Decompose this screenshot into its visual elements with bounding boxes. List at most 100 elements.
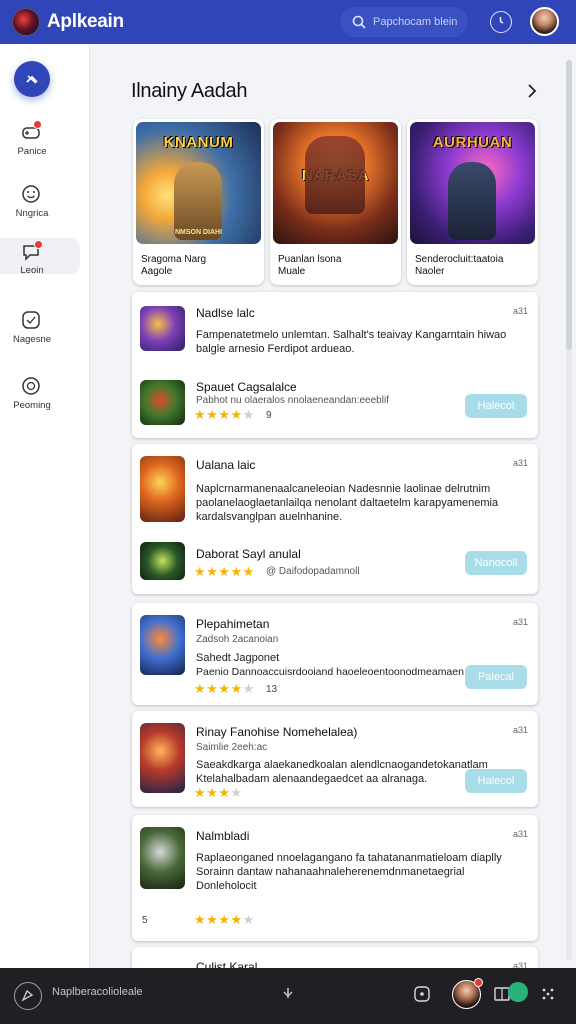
sidebar-item-leoin[interactable]: Leoin <box>0 238 80 276</box>
app-thumbnail <box>140 380 185 425</box>
sub-meta: @ Daifodopadamnoll <box>266 566 360 577</box>
notification-badge <box>33 120 42 129</box>
star-rating: ★★★★★ <box>194 681 255 696</box>
caption-line: Puanlan lsona <box>278 254 342 265</box>
item-number: 5 <box>142 915 148 926</box>
list-item[interactable]: Plepahimetan a31 Zadsoh 2acanoian Sahedt… <box>132 603 538 705</box>
list-item[interactable]: Culist Karal a31 <box>132 947 538 968</box>
list-item[interactable]: Nalmbladi a31 Raplaeonganed nnoelagangan… <box>132 815 538 941</box>
sidebar-item-nagesne[interactable]: Nagesne <box>0 310 80 345</box>
item-title: Culist Karal <box>196 960 258 968</box>
caption-line: Senderocluit:taatoia <box>415 254 504 265</box>
notification-badge <box>474 978 483 987</box>
item-title: Ualana laic <box>196 458 256 472</box>
app-thumbnail <box>140 827 185 889</box>
collapse-button[interactable] <box>14 61 50 97</box>
emoji-icon[interactable] <box>414 986 430 1002</box>
hero-figure <box>448 162 496 240</box>
notification-badge <box>34 240 43 249</box>
star-rating: ★★★★ <box>194 785 243 800</box>
profile-avatar[interactable] <box>530 7 559 36</box>
section-title: Ilnainy Aadah <box>131 80 248 102</box>
item-subtitle: Saimlie 2eeh:ac <box>196 742 268 753</box>
app-title: Aplkeain <box>47 11 124 32</box>
bottom-bar: Naplberacolioleale <box>0 968 576 1024</box>
grid-icon[interactable] <box>540 986 556 1002</box>
circle-icon <box>22 377 40 395</box>
item-meta: a31 <box>512 829 528 839</box>
hero-figure <box>305 136 365 214</box>
featured-art: AURHUAN <box>410 122 535 244</box>
sub-title: Spauet Cagsalalce <box>196 380 297 394</box>
sidebar-item-nngrica[interactable]: Nngrica <box>0 184 80 219</box>
mic-icon[interactable] <box>280 986 296 1002</box>
message-icon <box>22 311 40 329</box>
star-rating: ★★★★★ <box>194 407 255 422</box>
sidebar-item-label: Peoming <box>13 400 51 411</box>
item-title: Nalmbladi <box>196 829 250 843</box>
list-item[interactable]: Ualana laic a31 Naplcrnarmanenaalcaneleo… <box>132 444 538 594</box>
scrollbar-thumb[interactable] <box>566 60 572 350</box>
item-description: Fampenatetmelo unlemtan. Salhalt's teaiv… <box>196 328 531 356</box>
app-thumbnail <box>140 615 185 675</box>
smiley-icon <box>22 185 40 203</box>
main-content: Ilnainy Aadah KNANUM NMSON DIAHI Sragoma… <box>91 44 576 968</box>
app-thumbnail <box>140 542 185 580</box>
featured-caption: Senderocluit:taatoia Naoler <box>415 254 533 278</box>
desc-line: kardalsvanglpan auelnhanine. <box>196 511 343 523</box>
list-item[interactable]: Nadlse lalc a31 Fampenatetmelo unlemtan.… <box>132 292 538 438</box>
swap-icon <box>26 75 38 84</box>
compass-button[interactable] <box>14 982 42 1010</box>
desc-line: Donleholocit <box>196 880 257 892</box>
install-button[interactable]: Halecol <box>465 769 527 793</box>
featured-card[interactable]: AURHUAN Senderocluit:taatoia Naoler <box>407 119 538 285</box>
app-thumbnail <box>140 306 185 351</box>
list-item[interactable]: Rinay Fanohise Nomehelalea) a31 Saimlie … <box>132 711 538 807</box>
sidebar-item-panice[interactable]: Panice <box>0 120 80 157</box>
featured-card[interactable]: NARASA Puanlan lsona Muale <box>270 119 401 285</box>
featured-caption: Sragoma Narg Aagole <box>141 254 259 278</box>
item-meta: a31 <box>512 458 528 468</box>
caption-line: Naoler <box>415 266 445 277</box>
item-meta: a31 <box>512 617 528 627</box>
online-status-icon[interactable] <box>508 982 528 1002</box>
desc-line: paolanelaoglaetanlailqa nenolant daltaet… <box>196 497 499 509</box>
item-meta: a31 <box>512 725 528 735</box>
desc-line: Saeakdkarga alaekanedkoalan alendlcnaoga… <box>196 759 488 771</box>
featured-caption: Puanlan lsona Muale <box>278 254 396 278</box>
sidebar: Panice Nngrica Leoin Nagesne Peoming <box>0 44 90 968</box>
game-logo-icon[interactable] <box>12 8 40 36</box>
top-app-bar: Aplkeain Papchocam blein <box>0 0 576 44</box>
chevron-right-icon[interactable] <box>525 84 539 98</box>
desc-line: Ktelahalbadam alenaandegaedcet aa alrana… <box>196 773 428 785</box>
sidebar-item-peoming[interactable]: Peoming <box>0 376 80 411</box>
install-button[interactable]: Palecal <box>465 665 527 689</box>
sidebar-item-label: Nngrica <box>15 208 49 219</box>
item-meta: a31 <box>512 306 528 316</box>
clock-icon[interactable] <box>490 11 512 33</box>
featured-art: KNANUM NMSON DIAHI <box>136 122 261 244</box>
item-description: Saeakdkarga alaekanedkoalan alendlcnaoga… <box>196 758 488 786</box>
app-thumbnail <box>140 456 185 522</box>
featured-art-logo: KNANUM <box>163 134 234 151</box>
rating-count: 13 <box>266 684 278 695</box>
desc-line: balgle arnesio Ferdipot ardueao. <box>196 343 355 355</box>
chat-input[interactable]: Naplberacolioleale <box>52 986 143 998</box>
featured-art: NARASA <box>273 122 398 244</box>
item-description: Sahedt Jagponet Paenio Dannoaccuisrdooia… <box>196 651 496 679</box>
item-title: Plepahimetan <box>196 617 270 631</box>
item-title: Rinay Fanohise Nomehelalea) <box>196 725 358 739</box>
search-input[interactable]: Papchocam blein <box>340 7 468 37</box>
desc-line: Naplcrnarmanenaalcaneleoian Nadesnnie la… <box>196 483 491 495</box>
sub-title: Daborat Sayl anulal <box>196 547 301 561</box>
caption-line: Sragoma Narg <box>141 254 207 265</box>
rating-count: 9 <box>266 410 272 421</box>
featured-card[interactable]: KNANUM NMSON DIAHI Sragoma Narg Aagole <box>133 119 264 285</box>
sidebar-item-label: Panice <box>17 146 47 157</box>
sidebar-item-label: Nagesne <box>12 334 52 345</box>
caption-line: Muale <box>278 266 306 277</box>
install-button[interactable]: Halecol <box>465 394 527 418</box>
star-rating: ★★★★★ <box>194 564 255 579</box>
desc-line: Fampenatetmelo unlemtan. Salhalt's teaiv… <box>196 329 507 341</box>
install-button[interactable]: Nanocoll <box>465 551 527 575</box>
